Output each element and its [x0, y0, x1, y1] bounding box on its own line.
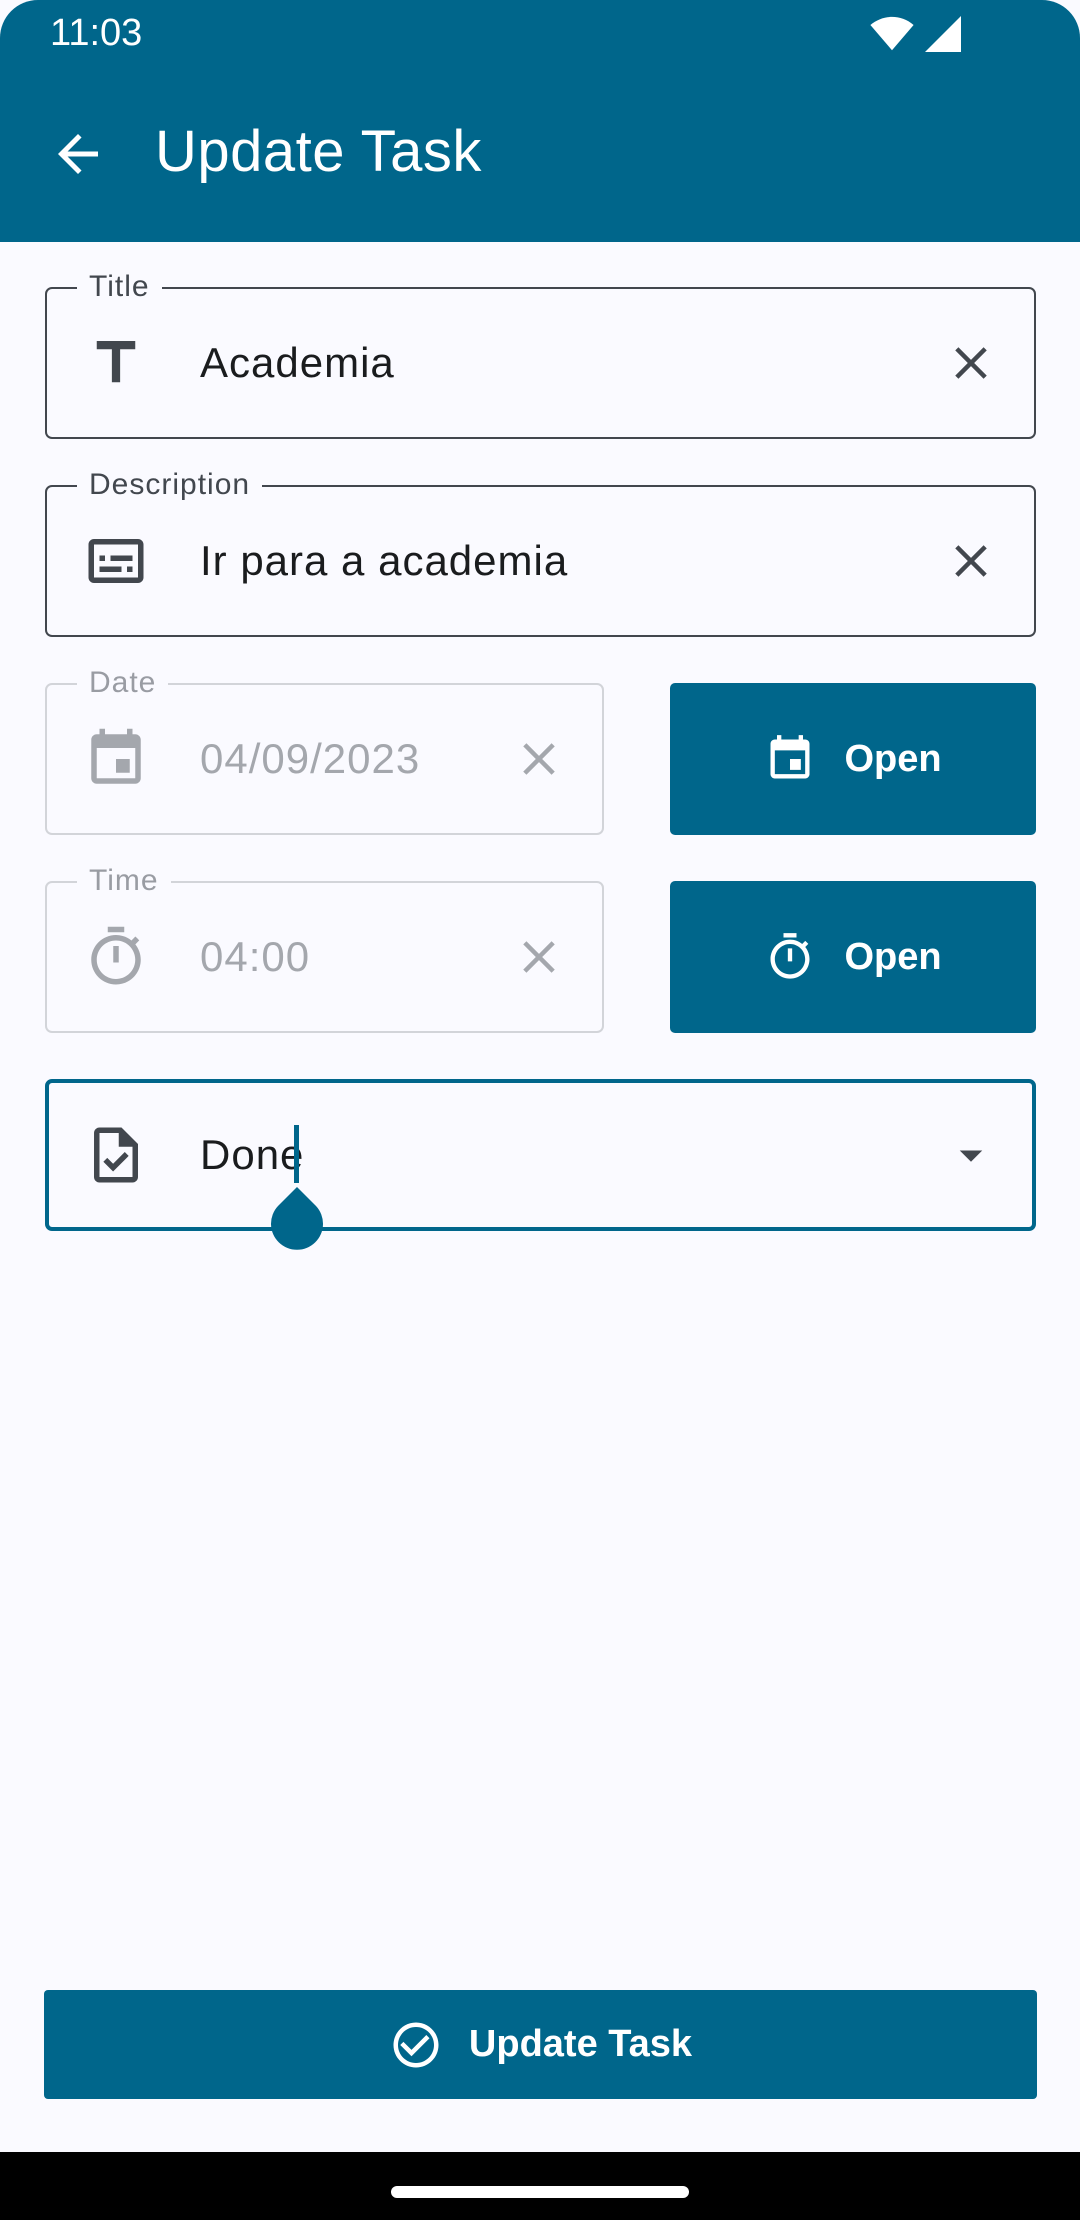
- update-task-button[interactable]: Update Task: [44, 1990, 1037, 2099]
- calendar-icon: [770, 735, 810, 779]
- title-value[interactable]: Academia: [200, 289, 395, 437]
- open-date-label: Open: [844, 737, 942, 780]
- close-icon: [523, 941, 555, 973]
- status-icons: [870, 16, 962, 52]
- close-icon[interactable]: [944, 534, 998, 588]
- timer-icon: [91, 926, 141, 985]
- text-icon: [96, 341, 136, 383]
- update-task-label: Update Task: [468, 2023, 693, 2065]
- open-date-picker-button[interactable]: Open: [670, 683, 1036, 835]
- top-app-bar: 11:03 Update Task: [0, 0, 1080, 242]
- date-field: Date 04/09/2023: [45, 663, 604, 835]
- status-dropdown[interactable]: Done: [45, 1079, 1036, 1231]
- subtitles-icon: [88, 539, 144, 583]
- time-value: 04:00: [200, 933, 311, 980]
- page-title: Update Task: [155, 119, 482, 184]
- task-check-icon: [94, 1127, 138, 1183]
- check-circle-icon: [393, 2022, 439, 2067]
- calendar-icon: [91, 728, 141, 784]
- signal-icon: [925, 16, 961, 52]
- description-field[interactable]: Description Ir para a academia: [45, 465, 1036, 637]
- arrow-back-icon[interactable]: [48, 124, 108, 184]
- status-time: 11:03: [50, 12, 143, 54]
- home-gesture-handle[interactable]: [391, 2186, 689, 2198]
- timer-icon: [770, 933, 810, 979]
- wifi-icon: [870, 16, 914, 51]
- description-value[interactable]: Ir para a academia: [200, 487, 568, 635]
- close-icon: [523, 743, 555, 775]
- open-time-label: Open: [844, 935, 942, 978]
- time-label: Time: [77, 861, 171, 901]
- cursor-handle[interactable]: [268, 1187, 326, 1253]
- date-label: Date: [77, 663, 169, 703]
- title-field[interactable]: Title Academia: [45, 267, 1036, 439]
- date-value: 04/09/2023: [200, 735, 421, 782]
- close-icon[interactable]: [944, 336, 998, 390]
- title-label: Title: [77, 267, 162, 307]
- arrow-drop-down-icon[interactable]: [944, 1128, 998, 1182]
- time-field: Time 04:00: [45, 861, 604, 1033]
- text-cursor: [294, 1125, 299, 1183]
- open-time-picker-button[interactable]: Open: [670, 881, 1036, 1033]
